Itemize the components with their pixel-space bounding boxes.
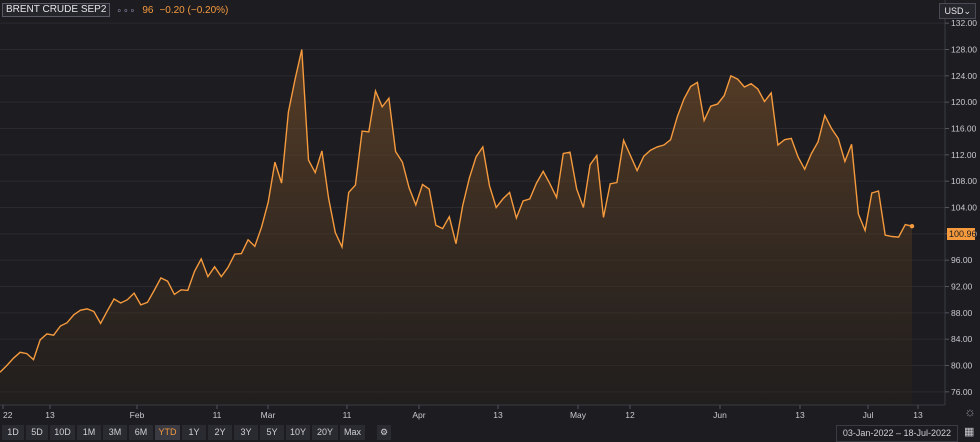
y-tick-label: 132.00	[951, 18, 977, 28]
instrument-legend: BRENT CRUDE SEP2 ∘∘∘ 96 −0.20 (−0.20%)	[2, 3, 228, 17]
y-tick-label: 80.00	[951, 361, 973, 371]
x-tick-label: May	[570, 410, 587, 420]
price-change: −0.20 (−0.20%)	[159, 4, 229, 16]
range-button-20y[interactable]: 20Y	[312, 425, 338, 440]
range-button-max[interactable]: Max	[340, 425, 365, 440]
last-price-dot	[909, 223, 915, 229]
range-button-3y[interactable]: 3Y	[234, 425, 258, 440]
x-tick-label: Jul	[863, 410, 874, 420]
x-tick-label: 13	[913, 410, 923, 420]
instrument-name[interactable]: BRENT CRUDE SEP2	[2, 3, 111, 17]
x-tick-label: Feb	[130, 410, 145, 420]
y-tick-label: 76.00	[951, 387, 973, 397]
currency-selector[interactable]: USD⌄	[939, 3, 976, 19]
price-chart[interactable]: 76.0080.0084.0088.0092.0096.00100.00104.…	[0, 0, 980, 442]
chart-settings-icon[interactable]: ☼	[964, 404, 976, 419]
more-options-icon[interactable]: ∘∘∘	[116, 5, 136, 16]
range-button-2y[interactable]: 2Y	[208, 425, 232, 440]
x-tick-label: 13	[45, 410, 55, 420]
y-tick-label: 88.00	[951, 308, 973, 318]
y-tick-label: 112.00	[951, 150, 977, 160]
range-button-5d[interactable]: 5D	[26, 425, 48, 440]
range-button-10y[interactable]: 10Y	[286, 425, 310, 440]
y-tick-label: 92.00	[951, 282, 973, 292]
y-tick-label: 84.00	[951, 334, 973, 344]
x-tick-label: 12	[625, 410, 635, 420]
range-button-1d[interactable]: 1D	[2, 425, 24, 440]
x-tick-label: 11	[213, 410, 222, 420]
price-tag-label: 100.96	[949, 229, 977, 239]
last-price: 96	[142, 4, 154, 16]
x-tick-label: 13	[493, 410, 503, 420]
price-area	[0, 49, 912, 405]
range-button-5y[interactable]: 5Y	[260, 425, 284, 440]
x-tick-label: 22	[3, 410, 13, 420]
x-tick-label: Mar	[261, 410, 276, 420]
range-toolbar: 1D 5D 10D 1M 3M 6M YTD 1Y 2Y 3Y 5Y 10Y 20Y Max ⚙ 03-J…	[0, 424, 980, 442]
y-tick-label: 124.00	[951, 71, 977, 81]
date-range[interactable]: 03-Jan-2022 – 18-Jul-2022	[835, 425, 958, 442]
range-button-10d[interactable]: 10D	[50, 425, 75, 440]
x-tick-label: Jun	[713, 410, 727, 420]
range-button-ytd[interactable]: YTD	[155, 425, 180, 440]
range-button-6m[interactable]: 6M	[129, 425, 153, 440]
y-tick-label: 120.00	[951, 97, 977, 107]
calendar-icon[interactable]: ▦	[964, 426, 976, 438]
range-button-1m[interactable]: 1M	[77, 425, 101, 440]
y-tick-label: 116.00	[951, 124, 977, 134]
settings-button[interactable]: ⚙	[377, 425, 391, 440]
y-tick-label: 108.00	[951, 176, 977, 186]
x-tick-label: Apr	[412, 410, 425, 420]
x-tick-label: 13	[795, 410, 805, 420]
price-tag: 100.96	[947, 228, 977, 240]
y-tick-label: 104.00	[951, 203, 977, 213]
range-button-1y[interactable]: 1Y	[182, 425, 206, 440]
y-tick-label: 128.00	[951, 45, 977, 55]
y-tick-label: 96.00	[951, 255, 973, 265]
range-button-3m[interactable]: 3M	[103, 425, 127, 440]
x-tick-label: 11	[343, 410, 352, 420]
